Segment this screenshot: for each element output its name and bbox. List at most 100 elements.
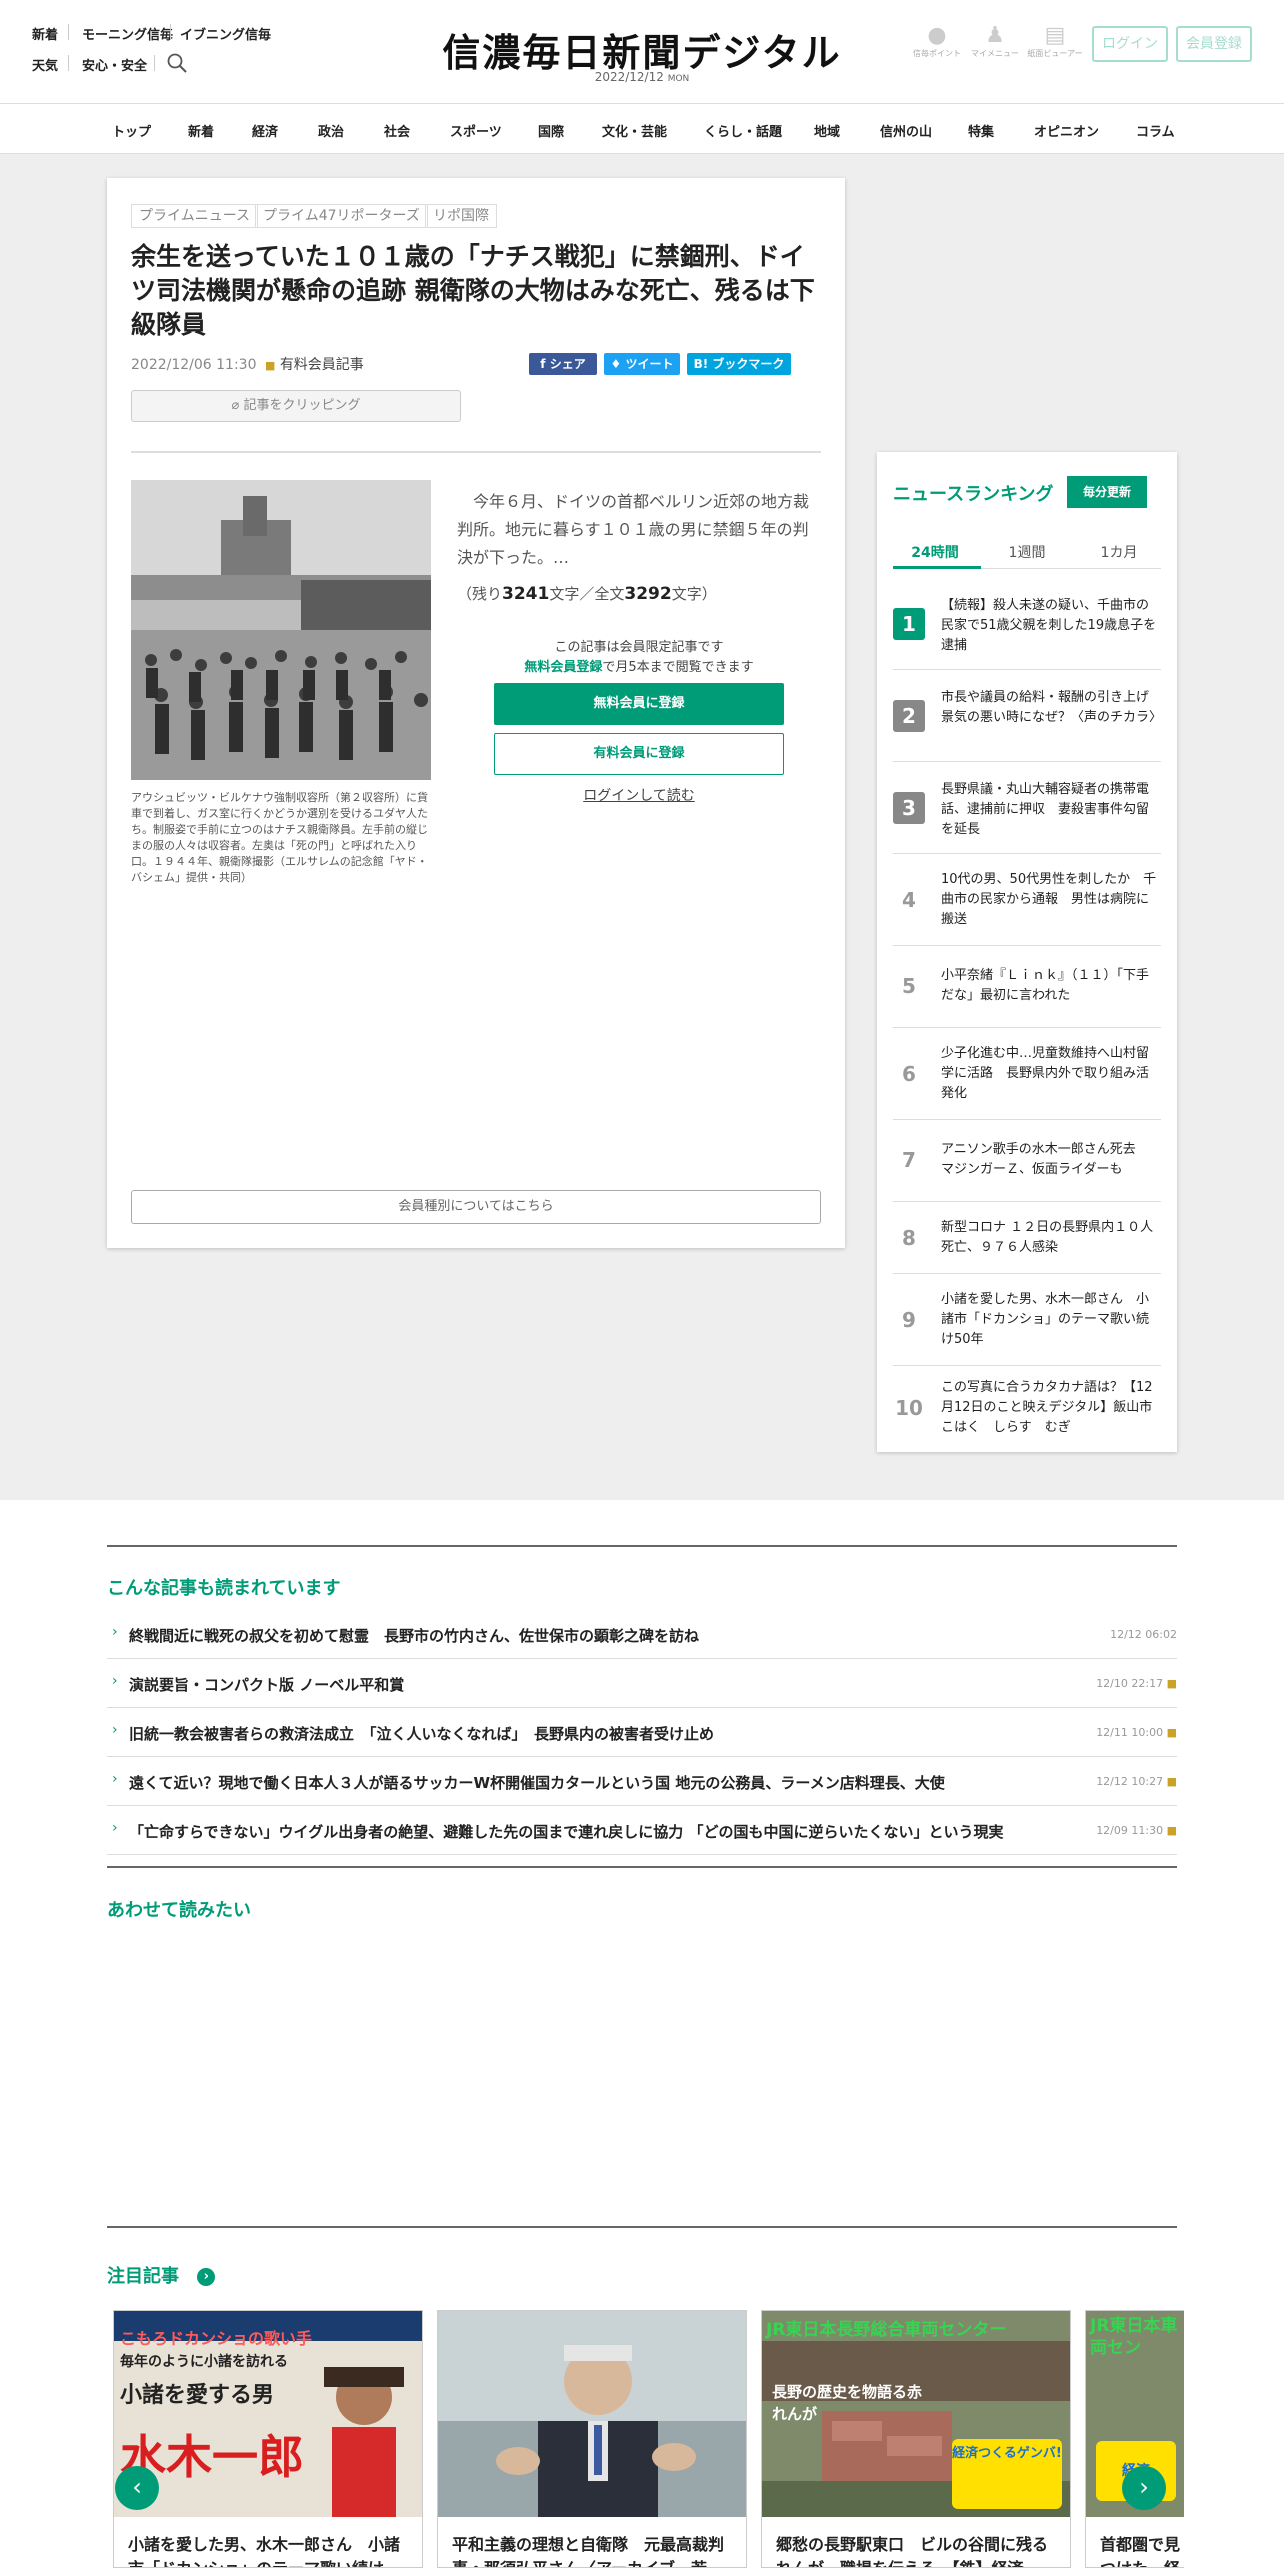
nav-latest[interactable]: 新着 [188,121,214,140]
nav-society[interactable]: 社会 [384,121,410,140]
related-article-date: 12/12 06:02 [1110,1628,1177,1641]
ranking-item[interactable]: 3 長野県議・丸山大輔容疑者の携帯電話、逮捕前に押収 妻殺害事件勾留を延長 [893,762,1161,854]
date-text: 12/12 10:27 [1096,1775,1164,1788]
nav-politics[interactable]: 政治 [318,121,344,140]
lock-icon: ■ [1166,1824,1177,1837]
point-icon[interactable]: ● 信毎ポイント [908,24,966,59]
ranking-item-title: この写真に合うカタカナ語は？【12月12日のこと映えデジタル】飯山市 こはく し… [941,1380,1166,1435]
rank-number: 9 [902,1308,916,1332]
nav-mountains[interactable]: 信州の山 [880,121,932,140]
related-article[interactable]: › 「亡命すらできない」ウイグル出身者の絶望、避難した先の国まで連れ戻しに協力 … [107,1806,1177,1855]
ranking-item-title: 小平奈緒『Ｌｉｎｋ』（１１）「下手だな」最初に言われた [941,968,1150,1003]
featured-card[interactable]: 平和主義の理想と自衛隊 元最高裁判事・那須弘平さん〈アーカイブ 若 [437,2310,747,2568]
person-photo [324,2367,404,2517]
nav-column[interactable]: コラム [1136,121,1175,140]
ranking-item[interactable]: 8 新型コロナ １２日の長野県内１０人死亡、９７６人感染 [893,1202,1161,1274]
lede-text: 今年６月、ドイツの首都ベルリン近郊の地方裁判所。地元に暮らす１０１歳の男に禁錮５… [457,492,810,567]
ranking-item[interactable]: 6 少子化進む中…児童数維持へ山村留学に活路 長野県内外で取り組み活発化 [893,1028,1161,1120]
related-article-title: 「亡命すらできない」ウイグル出身者の絶望、避難した先の国まで連れ戻しに協力 「ど… [129,1823,1004,1841]
tab-24h[interactable]: 24時間 [893,542,977,562]
related-article-date: 12/10 22:17 ■ [1096,1677,1177,1690]
related-article-date: 12/12 10:27 ■ [1096,1775,1177,1788]
tag-prime47[interactable]: プライム47リポーターズ [255,204,428,228]
nav-life[interactable]: くらし・話題 [704,121,782,140]
nav-international[interactable]: 国際 [538,121,564,140]
related-article[interactable]: › 遠くて近い？現地で働く日本人３人が語るサッカーW杯開催国カタールという国 地… [107,1757,1177,1806]
ranking-item-title: アニソン歌手の水木一郎さん死去 マジンガーＺ、仮面ライダーも [941,1142,1149,1177]
nav-economy[interactable]: 経済 [252,121,278,140]
ranking-item[interactable]: 10 この写真に合うカタカナ語は？【12月12日のこと映えデジタル】飯山市 こは… [893,1366,1166,1450]
twitter-icon: ♦ [610,357,622,371]
ranking-item[interactable]: 1 【続報】殺人未遂の疑い、千曲市の民家で51歳父親を刺した19歳息子を逮捕 [893,578,1161,670]
ranking-item[interactable]: 4 10代の男、50代男性を刺したか 千曲市の民家から通報 男性は病院に搬送 [893,854,1161,946]
related-article[interactable]: › 旧統一教会被害者らの救済法成立 「泣く人いなくなれば」 長野県内の被害者受け… [107,1708,1177,1757]
nav-region[interactable]: 地域 [814,121,840,140]
arrow-circle-icon[interactable]: › [197,2268,216,2286]
divider [68,55,69,71]
login-button[interactable]: ログイン [1092,26,1168,62]
search-icon[interactable] [166,52,188,74]
viewer-icon[interactable]: ▤ 紙面ビューアー [1026,24,1084,59]
article-datetime: 2022/12/06 11:30 [131,357,257,373]
chevron-right-icon: › [112,1722,118,1738]
featured-card[interactable]: JR東日本長野総合車両センター 長野の歴史を物語る赤れんが 経済つくるゲンバ! … [761,2310,1071,2568]
header-link-morning[interactable]: モーニング信毎 [82,24,173,43]
ranking-item-title: 市長や議員の給料・報酬の引き上げ 景気の悪い時になぜ？〈声のチカラ〉 [941,690,1163,725]
tag-prime-news[interactable]: プライムニュース [131,204,259,228]
tweet-button[interactable]: ♦ ツイート [604,353,680,375]
ranking-item[interactable]: 9 小諸を愛した男、水木一郎さん 小諸市「ドカンショ」のテーマ歌い続け50年 [893,1274,1161,1366]
featured-card-image: JR東日本長野総合車両センター 長野の歴史を物語る赤れんが 経済つくるゲンバ! [762,2311,1070,2517]
header-link-latest[interactable]: 新着 [32,24,58,43]
login-to-read-link[interactable]: ログインして読む [494,785,784,805]
chevron-right-icon: › [112,1820,118,1836]
carousel-prev-button[interactable]: ‹ [115,2466,159,2510]
ranking-item-title: 少子化進む中…児童数維持へ山村留学に活路 長野県内外で取り組み活発化 [941,1046,1150,1101]
featured-title-text: 注目記事 [107,2266,179,2287]
ranking-item[interactable]: 7 アニソン歌手の水木一郎さん死去 マジンガーＺ、仮面ライダーも [893,1120,1161,1202]
nav-top[interactable]: トップ [112,121,151,140]
bookmark-button[interactable]: B! ブックマーク [687,353,791,375]
mypage-icon[interactable]: ♟ マイメニュー [966,24,1024,59]
membership-types-button[interactable]: 会員種別についてはこちら [131,1190,821,1224]
ranking-item-title: 新型コロナ １２日の長野県内１０人死亡、９７６人感染 [941,1220,1154,1255]
article-photo[interactable] [131,480,431,780]
header-link-safety[interactable]: 安心・安全 [82,55,147,74]
header-link-evening[interactable]: イブニング信毎 [180,24,271,43]
clip-article-button[interactable]: ⌀ 記事をクリッピング [131,390,461,422]
nav-sports[interactable]: スポーツ [450,121,502,140]
related-article-title: 遠くて近い？現地で働く日本人３人が語るサッカーW杯開催国カタールという国 地元の… [129,1774,945,1792]
image-text: 小諸を愛する男 [120,2383,275,2408]
tab-1month[interactable]: 1カ月 [1077,542,1161,562]
register-button[interactable]: 会員登録 [1176,26,1252,62]
nav-culture[interactable]: 文化・芸能 [602,121,667,140]
related-article[interactable]: › 演説要旨・コンパクト版 ノーベル平和賞 12/10 22:17 ■ [107,1659,1177,1708]
ranking-item-title: 10代の男、50代男性を刺したか 千曲市の民家から通報 男性は病院に搬送 [941,872,1157,927]
tag-repo-intl[interactable]: リポ国際 [425,204,497,228]
share-facebook-button[interactable]: f シェア [529,353,597,375]
header-link-weather[interactable]: 天気 [32,55,58,74]
news-ranking: ニュースランキング 毎分更新 24時間 1週間 1カ月 1 【続報】殺人未遂の疑… [877,452,1177,1452]
mypage-label: マイメニュー [971,49,1019,58]
article-meta: 2022/12/06 11:30 ■ 有料会員記事 [131,354,364,374]
article-divider [131,451,821,453]
carousel-next-button[interactable]: › [1122,2466,1166,2510]
tab-1week[interactable]: 1週間 [985,542,1069,562]
image-text: 毎年のように小諸を訪れる [120,2354,288,2370]
featured-card[interactable]: こもろドカンショの歌い手 毎年のように小諸を訪れる 小諸を愛する男 水木一郎 が… [113,2310,423,2568]
free-member-register-button[interactable]: 無料会員に登録 [494,683,784,725]
clip-label: 記事をクリッピング [243,398,361,413]
rank-number: 7 [902,1148,916,1172]
free-register-link[interactable]: 無料会員登録 [524,660,602,675]
paperclip-icon: ⌀ [231,398,240,413]
paid-member-register-button[interactable]: 有料会員に登録 [494,733,784,775]
site-logo[interactable]: 信濃毎日新聞デジタル [442,22,842,77]
nav-opinion[interactable]: オピニオン [1034,121,1099,140]
featured-card[interactable]: JR東日本車両セン 経済 首都圏で見つけた 経済開連 [1085,2310,1184,2568]
ranking-item[interactable]: 5 小平奈緒『Ｌｉｎｋ』（１１）「下手だな」最初に言われた [893,946,1161,1028]
ranking-item[interactable]: 2 市長や議員の給料・報酬の引き上げ 景気の悪い時になぜ？〈声のチカラ〉 [893,670,1163,762]
related-article[interactable]: › 終戦間近に戦死の叔父を初めて慰霊 長野市の竹内さん、佐世保市の顕彰之碑を訪ね… [107,1610,1177,1659]
remain-count: 3241 [502,584,550,604]
nav-feature[interactable]: 特集 [968,121,994,140]
related-article-title: 終戦間近に戦死の叔父を初めて慰霊 長野市の竹内さん、佐世保市の顕彰之碑を訪ね [129,1627,700,1645]
tweet-label: ツイート [625,357,674,371]
